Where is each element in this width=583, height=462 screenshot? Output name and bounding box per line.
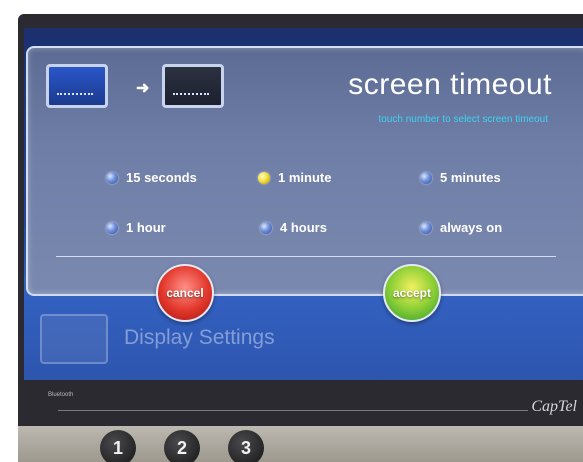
option-label: 15 seconds [126,170,197,185]
option-label: 1 hour [126,220,166,235]
divider [56,256,556,257]
radio-icon [420,221,432,234]
screen-on-icon [46,64,108,108]
captel-logo: CapTel [531,398,577,415]
screen-timeout-dialog: ➜ screen timeout touch number to select … [26,46,583,322]
captel-device: Display Settings ➜ screen timeout touch … [18,14,583,462]
accept-button[interactable]: accept [383,264,441,322]
bezel-divider [58,410,528,411]
radio-icon [420,171,432,184]
option-15-seconds[interactable]: 15 seconds [106,170,197,185]
option-label: 5 minutes [440,170,501,185]
radio-icon [106,171,118,184]
arrow-right-icon: ➜ [136,80,150,97]
cancel-button[interactable]: cancel [156,264,214,322]
radio-selected-icon [258,171,270,184]
screen-title: Display Settings [124,326,275,349]
radio-icon [106,221,118,234]
screen-off-icon [162,64,224,108]
option-1-minute[interactable]: 1 minute [258,170,331,185]
touch-screen: Display Settings ➜ screen timeout touch … [24,28,583,380]
option-label: 1 minute [278,170,332,185]
option-label: always on [440,220,503,235]
option-label: 4 hours [280,220,327,235]
option-5-minutes[interactable]: 5 minutes [420,170,501,185]
radio-icon [260,221,272,234]
key-2[interactable]: 2 [164,430,200,462]
option-always-on[interactable]: always on [420,220,502,235]
display-settings-icon [40,314,108,364]
key-3[interactable]: 3 [228,430,264,462]
dialog-title: screen timeout [348,68,552,101]
bluetooth-label: Bluetooth [48,392,74,398]
option-4-hours[interactable]: 4 hours [260,220,327,235]
dialog-subtitle: touch number to select screen timeout [378,114,548,125]
option-1-hour[interactable]: 1 hour [106,220,166,235]
key-1[interactable]: 1 [100,430,136,462]
